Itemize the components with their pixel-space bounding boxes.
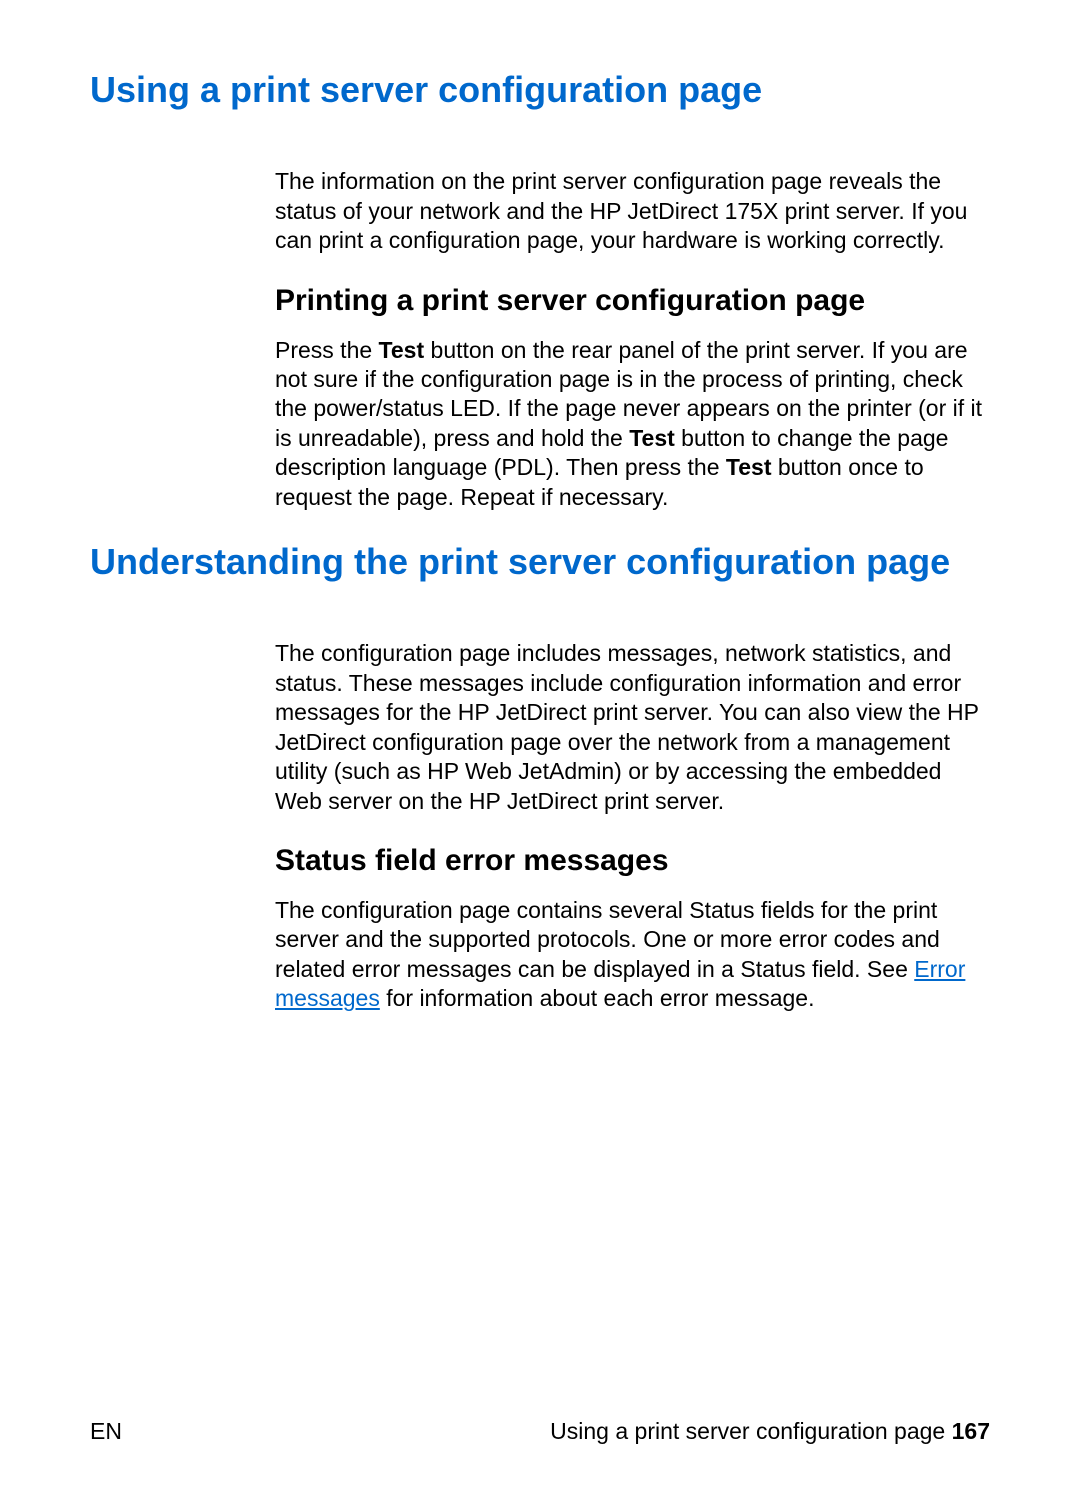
bold-test-1: Test [379,337,425,363]
bold-test-3: Test [726,454,772,480]
subheading-status-field: Status field error messages [275,844,990,878]
page-footer: EN Using a print server configuration pa… [90,1418,990,1445]
text-fragment: for information about each error message… [380,985,815,1011]
text-fragment: Press the [275,337,379,363]
paragraph-intro: The information on the print server conf… [275,167,990,255]
paragraph-printing-instructions: Press the Test button on the rear panel … [275,336,990,513]
paragraph-status-field: The configuration page contains several … [275,896,990,1014]
heading-using-print-server: Using a print server configuration page [90,68,990,111]
paragraph-understanding: The configuration page includes messages… [275,639,990,816]
footer-page-number: 167 [952,1418,990,1444]
footer-page-info: Using a print server configuration page … [550,1418,990,1445]
subheading-printing-config: Printing a print server configuration pa… [275,284,990,318]
text-fragment: The configuration page contains several … [275,897,940,982]
footer-section-title: Using a print server configuration page [550,1418,951,1444]
heading-understanding-config: Understanding the print server configura… [90,540,990,583]
bold-test-2: Test [629,425,675,451]
footer-language: EN [90,1418,122,1445]
